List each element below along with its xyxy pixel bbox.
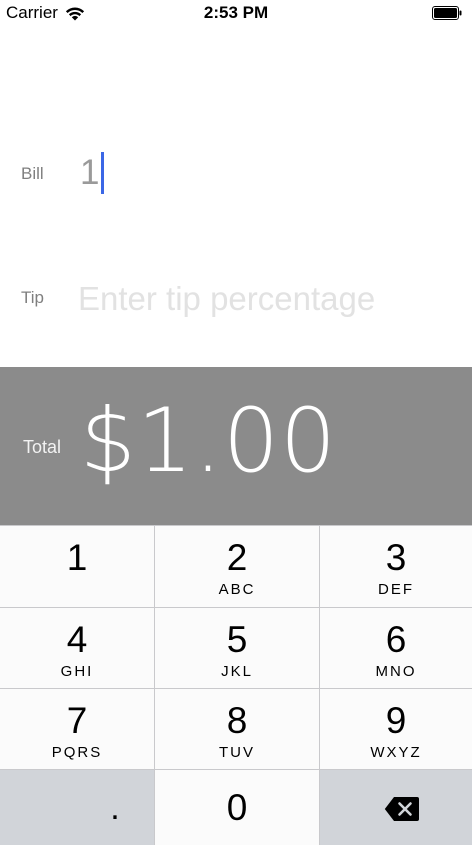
key-8[interactable]: 8 TUV	[155, 688, 320, 769]
key-digit: 8	[226, 700, 248, 741]
key-digit: 4	[66, 619, 88, 660]
numeric-keypad: 1 2 ABC 3 DEF 4 GHI 5 JKL 6 MNO 7 PQRS 8…	[0, 525, 472, 845]
tip-input[interactable]	[78, 276, 458, 322]
key-0[interactable]: 0	[155, 769, 320, 845]
total-amount: $1.00	[80, 389, 337, 492]
total-label: Total	[23, 437, 62, 457]
key-digit: 1	[66, 537, 88, 578]
status-time: 2:53 PM	[203, 3, 269, 22]
bill-input[interactable]: 1	[80, 152, 105, 194]
key-5[interactable]: 5 JKL	[155, 607, 320, 688]
key-6[interactable]: 6 MNO	[320, 607, 472, 688]
bill-value: 1	[80, 153, 100, 192]
key-letters: ABC	[218, 581, 256, 598]
key-4[interactable]: 4 GHI	[0, 607, 155, 688]
key-2[interactable]: 2 ABC	[155, 525, 320, 607]
key-digit: .	[110, 789, 120, 827]
key-letters: DEF	[378, 581, 414, 598]
status-bar: Carrier 2:53 PM	[0, 0, 472, 28]
bill-row: Bill 1	[0, 150, 472, 196]
key-digit: 5	[226, 619, 248, 660]
backspace-icon	[384, 797, 419, 821]
key-7[interactable]: 7 PQRS	[0, 688, 155, 769]
key-digit: 2	[226, 537, 248, 578]
key-letters: JKL	[221, 663, 253, 680]
key-digit: 3	[385, 537, 407, 578]
bill-label: Bill	[21, 164, 44, 183]
key-digit: 6	[385, 619, 407, 660]
key-1[interactable]: 1	[0, 525, 155, 607]
key-backspace[interactable]	[320, 769, 472, 845]
total-panel: Total $1.00	[0, 367, 472, 525]
key-letters: PQRS	[51, 744, 103, 761]
key-3[interactable]: 3 DEF	[320, 525, 472, 607]
key-letters: MNO	[375, 663, 417, 680]
text-caret	[101, 152, 105, 194]
key-digit: 9	[385, 700, 407, 741]
battery-icon	[432, 6, 462, 20]
key-letters: TUV	[219, 744, 255, 761]
tip-label: Tip	[21, 288, 44, 307]
key-decimal[interactable]: .	[0, 769, 155, 845]
key-letters: GHI	[60, 663, 94, 680]
tip-row: Tip	[0, 276, 472, 322]
key-digit: 7	[66, 700, 88, 741]
key-letters: WXYZ	[370, 744, 422, 761]
key-digit: 0	[226, 787, 248, 828]
key-9[interactable]: 9 WXYZ	[320, 688, 472, 769]
